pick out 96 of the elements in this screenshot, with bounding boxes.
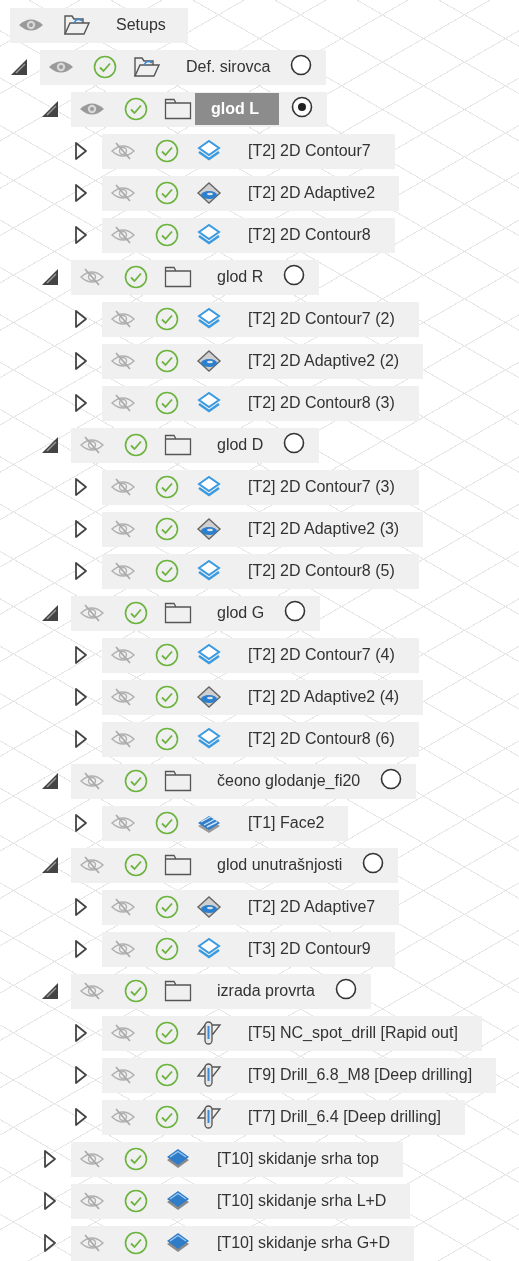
layered-diamond-icon xyxy=(196,560,222,582)
swirl-diamond-icon xyxy=(196,517,222,541)
swirl-diamond-icon xyxy=(196,895,222,919)
radio-icon[interactable] xyxy=(284,600,307,622)
radio-icon[interactable] xyxy=(380,768,403,790)
radio-icon[interactable] xyxy=(290,54,313,76)
collapsed-arrow-icon[interactable] xyxy=(74,351,88,371)
tree-item-label[interactable]: [T2] 2D Contour8 (5) xyxy=(240,558,403,584)
tree-item-label[interactable]: [T2] 2D Contour7 xyxy=(240,138,379,164)
open-folder-icon xyxy=(63,14,91,36)
layered-diamond-icon xyxy=(196,392,222,414)
radio-icon[interactable] xyxy=(334,978,357,1000)
collapsed-arrow-icon[interactable] xyxy=(74,1107,88,1127)
tree-item-label[interactable]: [T2] 2D Contour8 (3) xyxy=(240,390,403,416)
radio-icon[interactable] xyxy=(283,432,306,454)
radio-icon[interactable] xyxy=(283,264,306,286)
expanded-arrow-icon[interactable] xyxy=(41,856,59,874)
folder-icon xyxy=(164,980,192,1002)
tree-item-label[interactable]: [T2] 2D Adaptive2 (2) xyxy=(240,348,408,374)
layered-diamond-icon xyxy=(165,1190,191,1212)
tree-item-label[interactable]: [T7] Drill_6.4 [Deep drilling] xyxy=(240,1104,449,1130)
collapsed-arrow-icon[interactable] xyxy=(74,141,88,161)
collapsed-arrow-icon[interactable] xyxy=(74,183,88,203)
tree-item-label[interactable]: [T10] skidanje srha L+D xyxy=(209,1188,395,1214)
folder-icon xyxy=(164,434,192,456)
collapsed-arrow-icon[interactable] xyxy=(74,393,88,413)
layered-diamond-icon xyxy=(165,1232,191,1254)
collapsed-arrow-icon[interactable] xyxy=(43,1233,57,1253)
tree-item-label[interactable]: [T2] 2D Contour8 (6) xyxy=(240,726,403,752)
tree-item-label[interactable]: glod G xyxy=(209,600,273,626)
collapsed-arrow-icon[interactable] xyxy=(74,645,88,665)
tree-item-label[interactable]: [T2] 2D Contour7 (2) xyxy=(240,306,403,332)
layered-diamond-icon xyxy=(196,644,222,666)
tree-item-label[interactable]: [T5] NC_spot_drill [Rapid out] xyxy=(240,1020,466,1046)
tree-item-label[interactable]: [T2] 2D Adaptive2 (4) xyxy=(240,684,408,710)
tree-item-label[interactable]: [T10] skidanje srha G+D xyxy=(209,1230,398,1256)
expanded-arrow-icon[interactable] xyxy=(10,58,28,76)
collapsed-arrow-icon[interactable] xyxy=(74,1023,88,1043)
collapsed-arrow-icon[interactable] xyxy=(74,813,88,833)
folder-icon xyxy=(164,266,192,288)
collapsed-arrow-icon[interactable] xyxy=(74,561,88,581)
collapsed-arrow-icon[interactable] xyxy=(74,939,88,959)
tree-item-label[interactable]: glod unutrašnjosti xyxy=(209,852,351,878)
tree-item-label[interactable]: [T2] 2D Contour8 xyxy=(240,222,379,248)
drill-hole-icon xyxy=(196,1020,222,1046)
tree-item-label[interactable]: Def. sirovca xyxy=(178,54,279,80)
stacked-plates-icon xyxy=(196,812,222,834)
folder-icon xyxy=(164,98,192,120)
tree-item-label[interactable]: [T1] Face2 xyxy=(240,810,333,836)
collapsed-arrow-icon[interactable] xyxy=(74,477,88,497)
layered-diamond-icon xyxy=(196,476,222,498)
drill-hole-icon xyxy=(196,1104,222,1130)
expanded-arrow-icon[interactable] xyxy=(41,268,59,286)
collapsed-arrow-icon[interactable] xyxy=(74,519,88,539)
layered-diamond-icon xyxy=(165,1148,191,1170)
tree-item-label[interactable]: glod D xyxy=(209,432,272,458)
radio-icon[interactable] xyxy=(362,852,385,874)
folder-icon xyxy=(164,602,192,624)
tree-item-label[interactable]: [T9] Drill_6.8_M8 [Deep drilling] xyxy=(240,1062,481,1088)
tree-item-label[interactable]: izrada provrta xyxy=(209,978,323,1004)
tree-item-label[interactable]: [T2] 2D Adaptive7 xyxy=(240,894,384,920)
collapsed-arrow-icon[interactable] xyxy=(43,1191,57,1211)
swirl-diamond-icon xyxy=(196,685,222,709)
expanded-arrow-icon[interactable] xyxy=(41,772,59,790)
folder-icon xyxy=(164,854,192,876)
tree-item-label[interactable]: [T2] 2D Adaptive2 (3) xyxy=(240,516,408,542)
layered-diamond-icon xyxy=(196,308,222,330)
collapsed-arrow-icon[interactable] xyxy=(74,897,88,917)
layered-diamond-icon xyxy=(196,140,222,162)
collapsed-arrow-icon[interactable] xyxy=(43,1149,57,1169)
layered-diamond-icon xyxy=(196,728,222,750)
collapsed-arrow-icon[interactable] xyxy=(74,1065,88,1085)
swirl-diamond-icon xyxy=(196,349,222,373)
collapsed-arrow-icon[interactable] xyxy=(74,225,88,245)
active-radio-icon[interactable] xyxy=(291,96,313,118)
tree-item-label[interactable]: [T2] 2D Contour7 (3) xyxy=(240,474,403,500)
expanded-arrow-icon[interactable] xyxy=(41,100,59,118)
open-folder-icon xyxy=(133,56,161,78)
collapsed-arrow-icon[interactable] xyxy=(74,729,88,749)
tree-item-label[interactable]: [T2] 2D Adaptive2 xyxy=(240,180,384,206)
collapsed-arrow-icon[interactable] xyxy=(74,309,88,329)
layered-diamond-icon xyxy=(196,224,222,246)
tree-item-label[interactable]: [T10] skidanje srha top xyxy=(209,1146,387,1172)
expanded-arrow-icon[interactable] xyxy=(41,436,59,454)
tree-item-label[interactable]: [T2] 2D Contour7 (4) xyxy=(240,642,403,668)
expanded-arrow-icon[interactable] xyxy=(41,982,59,1000)
folder-icon xyxy=(164,770,192,792)
tree-item-label[interactable]: [T3] 2D Contour9 xyxy=(240,936,379,962)
tree-item-label[interactable]: čeono glodanje_fi20 xyxy=(209,768,369,794)
collapsed-arrow-icon[interactable] xyxy=(74,687,88,707)
swirl-diamond-icon xyxy=(196,181,222,205)
layered-diamond-icon xyxy=(196,938,222,960)
drill-hole-icon xyxy=(196,1062,222,1088)
expanded-arrow-icon[interactable] xyxy=(41,604,59,622)
tree-item-label[interactable]: glod R xyxy=(209,264,272,290)
tree-item-label[interactable]: Setups xyxy=(108,12,174,38)
